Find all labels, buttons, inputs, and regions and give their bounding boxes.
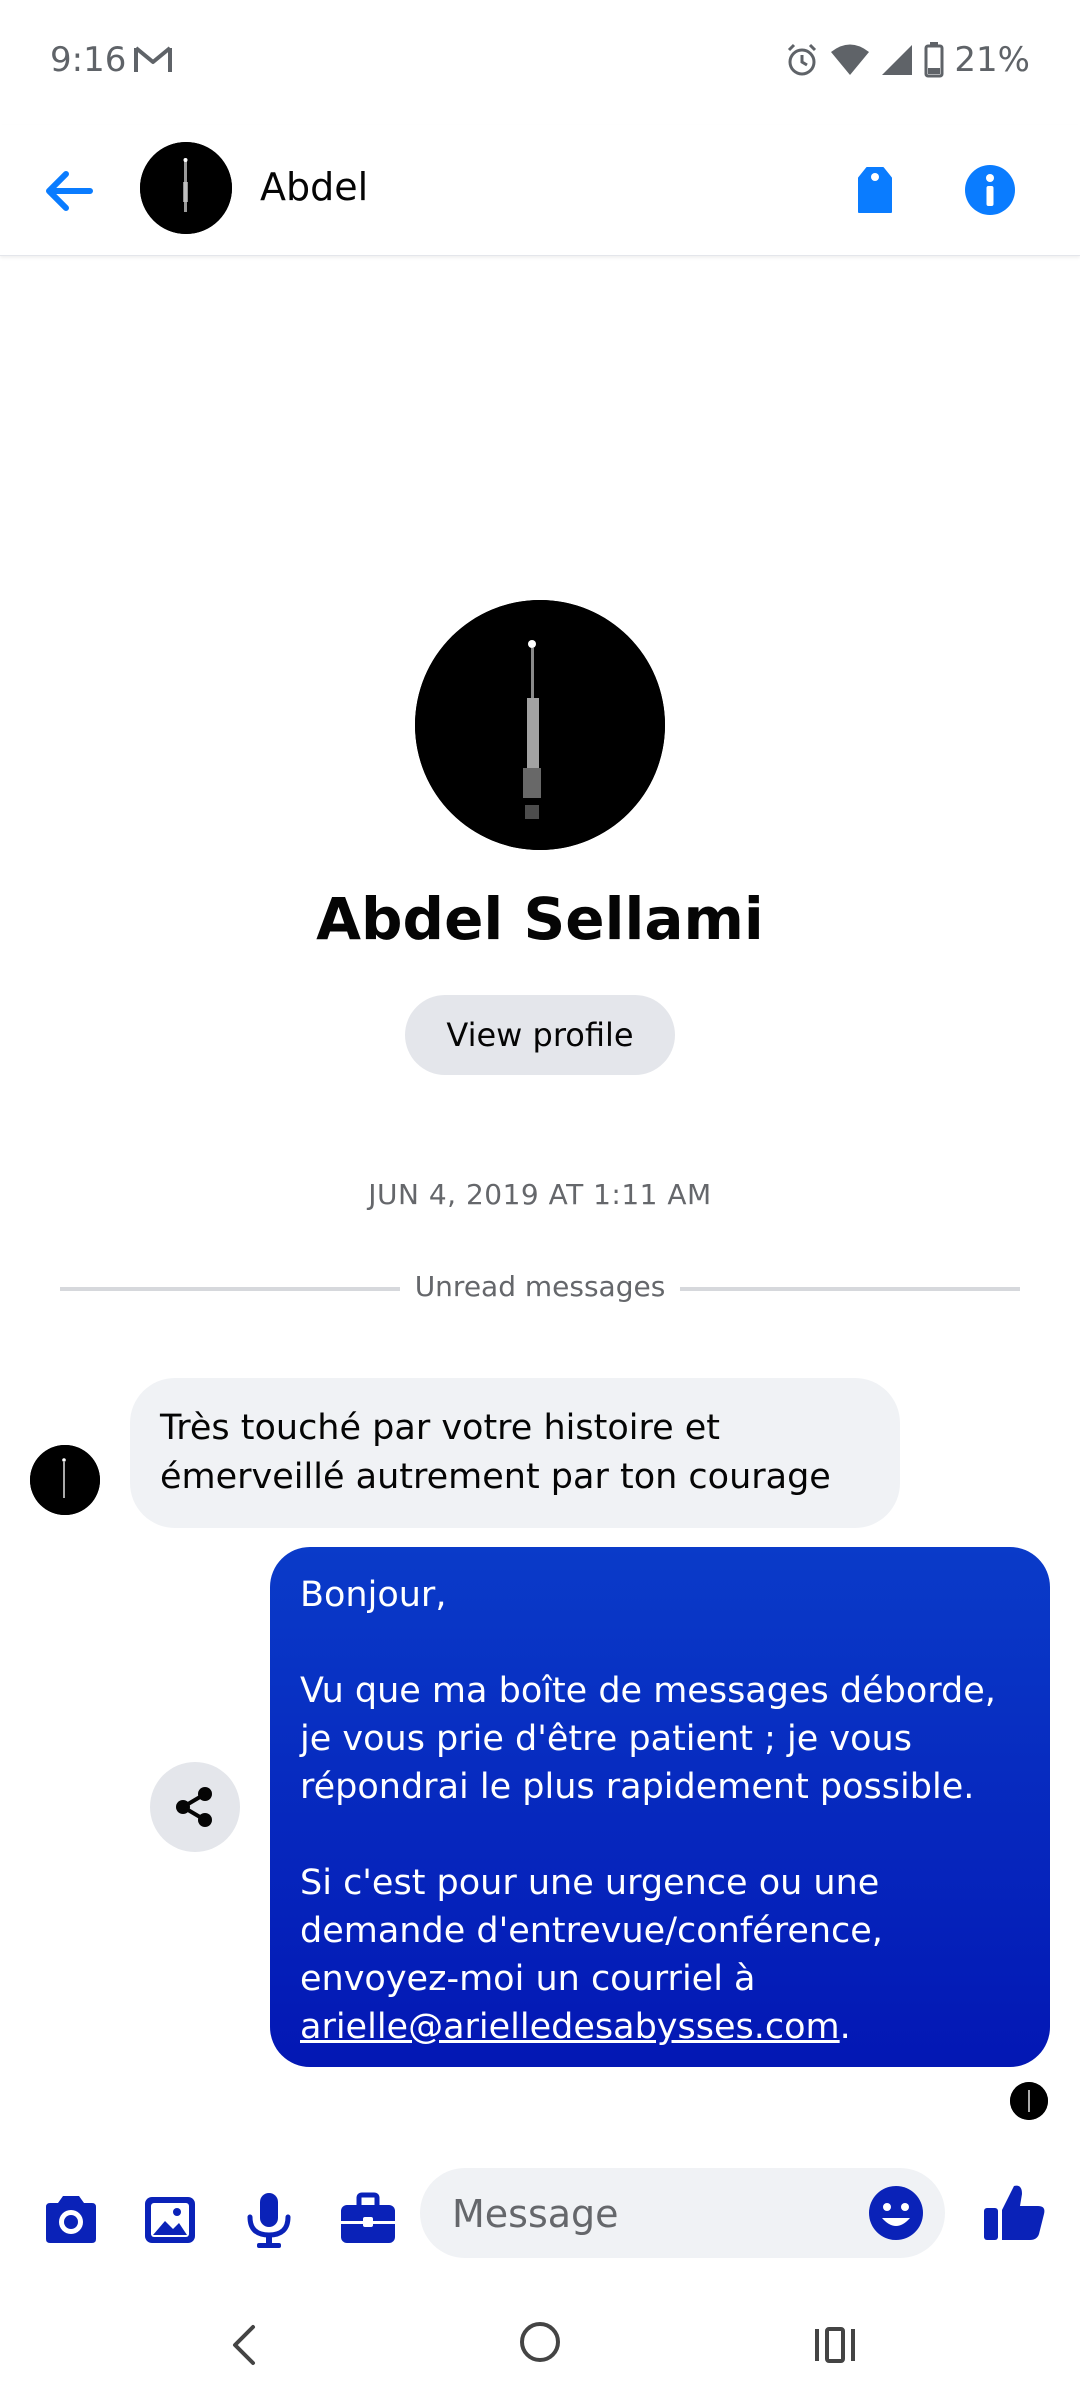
wifi-icon [831,44,870,75]
battery-icon [924,42,944,78]
message-timestamp: JUN 4, 2019 AT 1:11 AM [368,1178,712,1211]
divider-right [680,1287,1020,1291]
nav-home-icon[interactable] [508,2310,572,2374]
conversation-header: Abdel [0,125,1080,256]
read-receipt-avatar [1010,2082,1048,2120]
divider-left [60,1287,400,1291]
profile-avatar[interactable] [415,600,665,850]
tag-icon[interactable] [845,160,905,220]
unread-messages-label: Unread messages [414,1270,666,1303]
message-greeting: Bonjour, [300,1575,447,1615]
profile-name: Abdel Sellami [316,885,764,953]
status-icons: 21% [784,40,1030,80]
status-bar: 9:16 21% [0,0,1080,125]
briefcase-icon[interactable] [335,2187,401,2253]
share-icon [176,1787,212,1827]
gmail-icon [134,46,172,72]
alarm-icon [788,43,817,76]
outgoing-message-bubble[interactable]: Bonjour, Vu que ma boîte de messages déb… [270,1547,1050,2067]
contact-avatar[interactable] [140,142,232,234]
emoji-icon[interactable] [865,2182,927,2244]
thumbs-up-icon[interactable] [978,2176,1050,2248]
incoming-message-bubble[interactable]: Très touché par votre histoire et émerve… [130,1378,900,1528]
message-paragraph-text: Si c'est pour une urgence ou une demande… [300,1863,883,1999]
view-profile-button[interactable]: View profile [405,995,675,1075]
signal-icon [882,45,913,75]
battery-percentage: 21% [954,40,1030,80]
contact-name[interactable]: Abdel [260,165,368,209]
nav-back-icon[interactable] [215,2315,275,2375]
status-time: 9:16 [50,40,127,80]
camera-icon[interactable] [38,2187,104,2253]
message-field[interactable] [420,2168,945,2260]
email-link[interactable]: arielle@arielledesabysses.com [300,2007,840,2047]
microphone-icon[interactable] [236,2187,302,2253]
message-input[interactable] [450,2168,854,2260]
share-button[interactable] [150,1762,240,1852]
back-arrow-icon[interactable] [40,161,100,221]
message-trailing: . [839,2007,851,2047]
gallery-icon[interactable] [137,2187,203,2253]
message-paragraph: Si c'est pour une urgence ou une demande… [300,1859,1020,2051]
system-navigation-bar [0,2285,1080,2400]
message-paragraph: Vu que ma boîte de messages déborde, je … [300,1671,996,1807]
sender-avatar[interactable] [30,1445,100,1515]
info-icon[interactable] [960,160,1020,220]
nav-recents-icon[interactable] [805,2315,865,2375]
